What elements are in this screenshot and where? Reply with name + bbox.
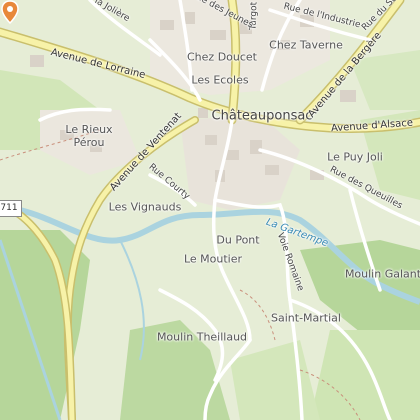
route-shield: 711: [0, 200, 22, 217]
place-label-le-puy-joli[interactable]: Le Puy Joli: [327, 151, 383, 164]
meadow-area: [310, 330, 420, 420]
place-label-chateauponsac[interactable]: Châteauponsac: [212, 109, 313, 124]
map-canvas[interactable]: 711 Châteauponsac Chez Doucet Chez Taver…: [0, 0, 420, 420]
place-label-moulin-galant[interactable]: Moulin Galant: [345, 268, 420, 281]
place-label-moulin-theillaud[interactable]: Moulin Theillaud: [157, 331, 247, 344]
forest-area: [300, 240, 420, 340]
place-label-du-pont[interactable]: Du Pont: [216, 234, 259, 247]
place-label-les-ecoles[interactable]: Les Ecoles: [191, 74, 248, 87]
place-label-le-rieux-perou[interactable]: Le Rieux Pérou: [65, 123, 112, 149]
place-label-chez-taverne[interactable]: Chez Taverne: [269, 39, 343, 52]
place-label-chez-doucet[interactable]: Chez Doucet: [187, 51, 257, 64]
location-pin-icon[interactable]: [0, 0, 20, 24]
place-label-le-moutier[interactable]: Le Moutier: [184, 253, 242, 266]
place-label-saint-martial[interactable]: Saint-Martial: [271, 312, 341, 325]
place-label-les-vignauds[interactable]: Les Vignauds: [109, 201, 182, 214]
meadow-area: [230, 340, 320, 420]
urban-area: [180, 115, 300, 210]
